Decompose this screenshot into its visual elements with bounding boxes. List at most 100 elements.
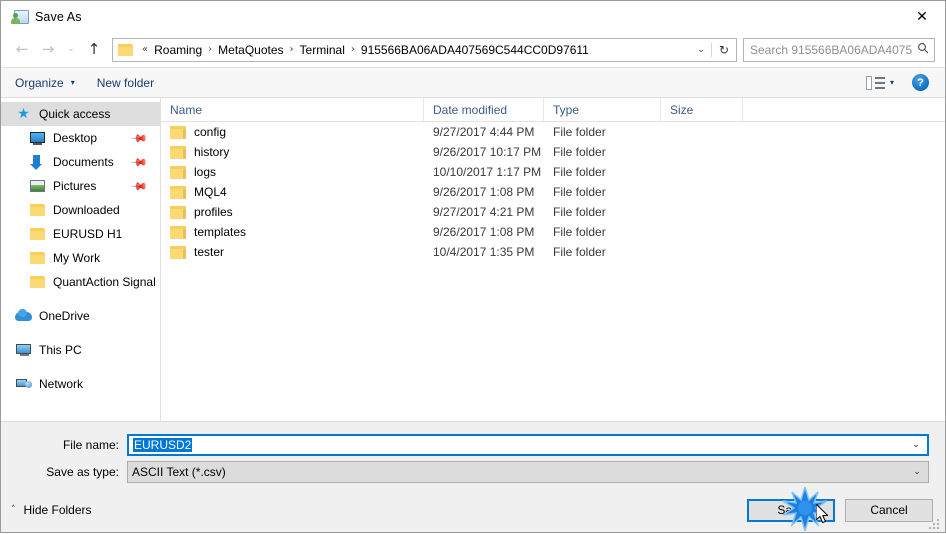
resize-grip[interactable] [929, 517, 941, 529]
breadcrumb-item-metaquotes[interactable]: MetaQuotes [216, 43, 285, 57]
refresh-icon[interactable]: ↻ [711, 42, 736, 57]
search-input[interactable]: Search 915566BA06ADA40756... [744, 43, 912, 57]
save-button[interactable]: Save [747, 498, 835, 522]
column-header-label: Date modified [433, 102, 508, 117]
table-row[interactable]: templates 9/26/2017 1:08 PM File folder [161, 222, 945, 242]
window-title: Save As [35, 9, 82, 24]
folder-icon [170, 225, 186, 239]
breadcrumb-item-terminal-id[interactable]: 915566BA06ADA407569C544CC0D97611 [359, 43, 591, 57]
search-box[interactable]: Search 915566BA06ADA40756... [743, 37, 935, 62]
navigation-pane: ★ Quick access Desktop 📌 Documents 📌 Pic… [1, 98, 161, 421]
folder-icon [29, 202, 46, 218]
view-dropdown-icon[interactable]: ▾ [890, 78, 894, 87]
breadcrumb[interactable]: « Roaming › MetaQuotes › Terminal › 9155… [112, 37, 737, 62]
file-date-cell: 9/26/2017 10:17 PM [433, 145, 542, 159]
view-options-icon[interactable] [865, 75, 886, 90]
chevron-down-icon[interactable]: ⌄ [905, 440, 927, 450]
file-date-cell: 9/26/2017 1:08 PM [433, 225, 535, 239]
sidebar-item-eurusd-h1[interactable]: EURUSD H1 [1, 222, 160, 246]
sidebar-divider [1, 294, 160, 304]
sidebar-item-downloaded[interactable]: Downloaded [1, 198, 160, 222]
save-as-icon [11, 9, 29, 25]
breadcrumb-item-terminal[interactable]: Terminal [298, 43, 347, 57]
file-name-value: EURUSD2 [133, 438, 193, 452]
file-name-cell: MQL4 [161, 185, 424, 199]
table-row[interactable]: MQL4 9/26/2017 1:08 PM File folder [161, 182, 945, 202]
table-row[interactable]: tester 10/4/2017 1:35 PM File folder [161, 242, 945, 262]
folder-icon [170, 165, 186, 179]
this-pc-icon [15, 342, 32, 358]
documents-icon [29, 154, 46, 170]
sidebar-item-label: Quick access [39, 107, 111, 121]
file-name-cell: templates [161, 225, 424, 239]
file-name-cell: history [161, 145, 424, 159]
sidebar-item-pictures[interactable]: Pictures 📌 [1, 174, 160, 198]
chevron-down-icon[interactable]: ⌄ [906, 467, 928, 477]
forward-icon[interactable]: → [35, 37, 61, 63]
dialog-body: ★ Quick access Desktop 📌 Documents 📌 Pic… [1, 98, 945, 421]
column-header-date-modified[interactable]: Date modified [424, 98, 544, 121]
file-type-cell: File folder [553, 145, 606, 159]
sidebar-item-network[interactable]: Network [1, 372, 160, 396]
file-name-cell: logs [161, 165, 424, 179]
recent-locations-icon[interactable]: ⌄ [61, 37, 81, 63]
table-row[interactable]: profiles 9/27/2017 4:21 PM File folder [161, 202, 945, 222]
folder-icon [170, 205, 186, 219]
help-button[interactable]: ? [912, 74, 929, 91]
up-icon[interactable]: ↑ [81, 37, 107, 63]
file-name-label: MQL4 [194, 185, 227, 199]
sidebar-item-quick-access[interactable]: ★ Quick access [1, 102, 160, 126]
file-type-cell: File folder [553, 125, 606, 139]
network-icon [15, 376, 32, 392]
sidebar-item-quantaction-signal[interactable]: QuantAction Signal [1, 270, 160, 294]
new-folder-button[interactable]: New folder [97, 76, 154, 90]
column-header-name[interactable]: Name ˄ [161, 98, 424, 121]
close-icon[interactable]: ✕ [899, 1, 945, 32]
column-header-type[interactable]: Type [544, 98, 661, 121]
file-name-cell: tester [161, 245, 424, 259]
sidebar-divider [1, 362, 160, 372]
title-bar: Save As ✕ [1, 1, 945, 32]
save-as-type-select[interactable]: ASCII Text (*.csv) ⌄ [127, 461, 929, 483]
column-header-label: Size [670, 102, 694, 117]
breadcrumb-item-roaming[interactable]: Roaming [152, 43, 204, 57]
file-name-cell: config [161, 125, 424, 139]
sidebar-item-onedrive[interactable]: OneDrive [1, 304, 160, 328]
sidebar-item-label: Downloaded [53, 203, 120, 217]
column-header-size[interactable]: Size [661, 98, 743, 121]
sidebar-item-label: Documents [53, 155, 114, 169]
sidebar-item-label: EURUSD H1 [53, 227, 123, 241]
chevron-down-icon[interactable]: ⌄ [691, 45, 711, 55]
file-name-label: logs [194, 165, 217, 179]
save-as-type-value: ASCII Text (*.csv) [132, 465, 226, 479]
file-type-cell: File folder [553, 165, 606, 179]
file-name-input[interactable]: EURUSD2 ⌄ [127, 434, 929, 456]
pin-icon[interactable]: 📌 [130, 177, 149, 196]
sidebar-item-label: Network [39, 377, 84, 391]
pin-icon[interactable]: 📌 [130, 129, 149, 148]
folder-icon [170, 125, 186, 139]
breadcrumb-prefix: « [142, 44, 149, 55]
sidebar-item-label: Pictures [53, 179, 97, 193]
pin-icon[interactable]: 📌 [130, 153, 149, 172]
file-date-cell: 10/10/2017 1:17 PM [433, 165, 542, 179]
sidebar-item-desktop[interactable]: Desktop 📌 [1, 126, 160, 150]
table-row[interactable]: history 9/26/2017 10:17 PM File folder [161, 142, 945, 162]
sidebar-item-my-work[interactable]: My Work [1, 246, 160, 270]
sidebar-divider [1, 328, 160, 338]
back-icon[interactable]: ← [9, 37, 35, 63]
organize-button[interactable]: Organize ▾ [15, 76, 75, 90]
hide-folders-label: Hide Folders [23, 503, 92, 517]
sidebar-item-documents[interactable]: Documents 📌 [1, 150, 160, 174]
sidebar-item-this-pc[interactable]: This PC [1, 338, 160, 362]
folder-icon [29, 274, 46, 290]
table-row[interactable]: logs 10/10/2017 1:17 PM File folder [161, 162, 945, 182]
desktop-icon [29, 130, 46, 146]
hide-folders-button[interactable]: ˄ Hide Folders [11, 503, 92, 517]
folder-icon [29, 250, 46, 266]
chevron-right-icon: › [289, 44, 294, 55]
table-row[interactable]: config 9/27/2017 4:44 PM File folder [161, 122, 945, 142]
cancel-button[interactable]: Cancel [845, 498, 933, 522]
save-as-type-label: Save as type: [46, 465, 119, 479]
organize-label: Organize [15, 75, 64, 90]
